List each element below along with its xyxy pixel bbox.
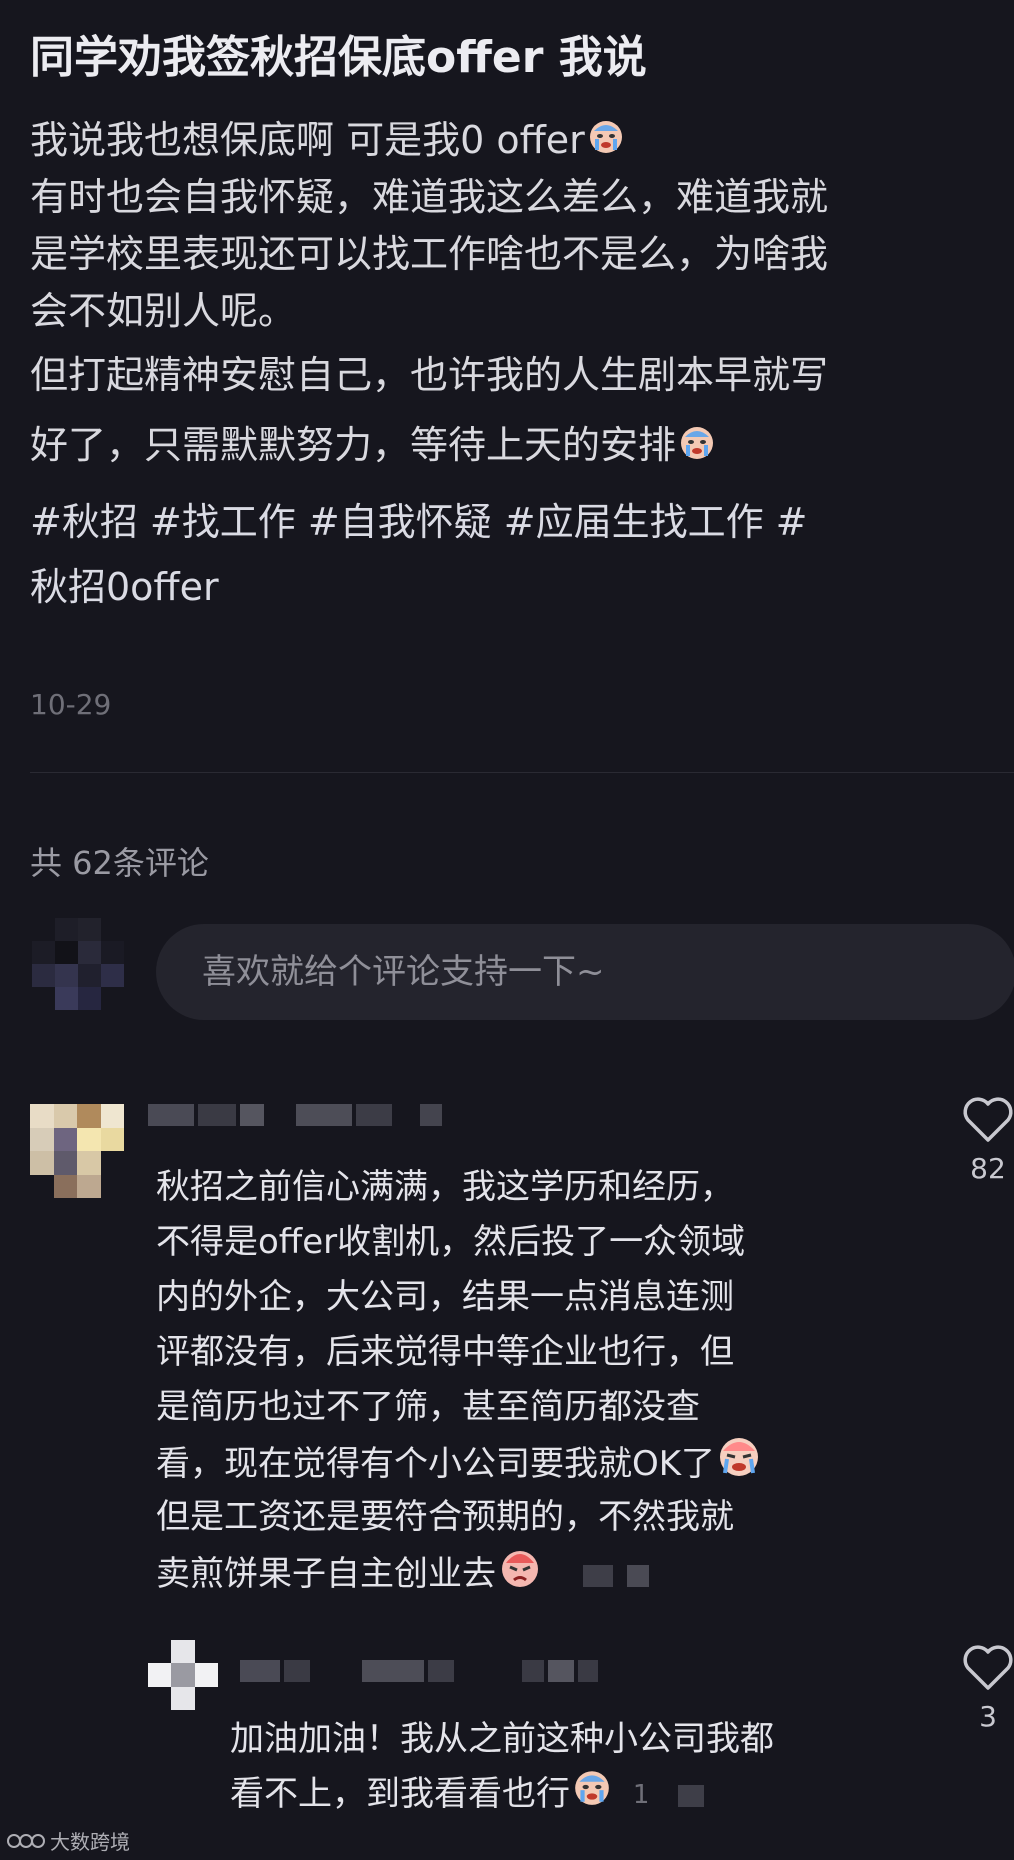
reply-line-text: 看不上，到我看看也行 <box>230 1774 570 1814</box>
hashtag-list: #秋招 #找工作 #自我怀疑 #应届生找工作 # 秋招0offer <box>30 490 1002 620</box>
post-line-text: 但打起精神安慰自己，也许我的人生剧本早就写 <box>30 353 829 397</box>
avatar[interactable] <box>30 1104 124 1198</box>
replier-name-blurred[interactable] <box>240 1660 598 1682</box>
comment-line: 是简历也过不了筛，甚至简历都没查 <box>156 1387 700 1427</box>
post-line-text: 我说我也想保底啊 可是我0 offer <box>30 118 585 162</box>
post-line-text: 会不如别人呢。 <box>30 289 297 333</box>
comment-line: 秋招之前信心满满，我这学历和经历， <box>156 1167 734 1207</box>
comment-line: 内的外企，大公司，结果一点消息连测 <box>156 1277 734 1317</box>
reply-text: 加油加油！我从之前这种小公司我都 看不上，到我看看也行 1 <box>230 1712 774 1822</box>
comment-text: 秋招之前信心满满，我这学历和经历， 不得是offer收割机，然后投了一众领域 内… <box>156 1160 761 1600</box>
post-line: 会不如别人呢。 <box>30 283 1002 340</box>
comment-input[interactable] <box>200 951 1014 993</box>
avatar[interactable] <box>148 1640 218 1710</box>
hashtag-links[interactable]: #秋招 #找工作 #自我怀疑 #应届生找工作 # <box>30 500 808 544</box>
crying-face-emoji-icon <box>587 114 625 171</box>
post-date: 10-29 <box>30 688 112 721</box>
watermark-text: 大数跨境 <box>50 1830 130 1854</box>
like-count: 3 <box>979 1700 997 1733</box>
reply-count[interactable]: 1 <box>633 1780 650 1810</box>
post-line: 好了，只需默默努力，等待上天的安排 <box>30 410 1002 480</box>
watermark-logo-icon <box>7 1833 45 1848</box>
commenter-name-blurred[interactable] <box>148 1104 442 1126</box>
comment-meta-blurred <box>582 1564 613 1587</box>
post-line: 但打起精神安慰自己，也许我的人生剧本早就写 <box>30 340 1002 410</box>
comment-meta-blurred <box>678 1784 705 1807</box>
comment-input-box[interactable] <box>156 924 1014 1020</box>
pouting-face-emoji-icon <box>498 1545 542 1606</box>
post-body: 我说我也想保底啊 可是我0 offer 有时也会自我怀疑，难道我这么差么，难道我… <box>30 112 1002 620</box>
like-button[interactable]: 82 <box>958 1096 1014 1185</box>
like-count: 82 <box>970 1152 1006 1185</box>
post-line: 是学校里表现还可以找工作啥也不是么，为啥我 <box>30 226 1002 283</box>
avatar <box>32 918 124 1010</box>
comment-line: 卖煎饼果子自主创业去 <box>156 1545 761 1600</box>
crying-face-emoji-icon <box>572 1767 612 1824</box>
reply-line: 看不上，到我看看也行 1 <box>230 1767 774 1822</box>
post-line: 我说我也想保底啊 可是我0 offer <box>30 112 1002 169</box>
comment-line: 但是工资还是要符合预期的，不然我就 <box>156 1497 734 1537</box>
post-title: 同学劝我签秋招保底offer 我说 <box>30 32 647 83</box>
post-line-text: 是学校里表现还可以找工作啥也不是么，为啥我 <box>30 232 829 276</box>
heart-icon <box>963 1097 1013 1142</box>
comment-line: 评都没有，后来觉得中等企业也行，但 <box>156 1332 734 1372</box>
crying-face-emoji-icon <box>717 1435 761 1496</box>
crying-face-emoji-icon <box>678 413 716 483</box>
post-line-text: 有时也会自我怀疑，难道我这么差么，难道我就 <box>30 175 829 219</box>
comment-meta-blurred <box>626 1564 649 1587</box>
like-button[interactable]: 3 <box>958 1644 1014 1733</box>
heart-icon <box>963 1645 1013 1690</box>
comment-line-text: 卖煎饼果子自主创业去 <box>156 1554 496 1594</box>
comment-line: 不得是offer收割机，然后投了一众领域 <box>156 1222 746 1262</box>
comment-line-text: 看，现在觉得有个小公司要我就OK了 <box>156 1444 716 1484</box>
comment-meta-blurred <box>660 1784 679 1807</box>
comment-line: 看，现在觉得有个小公司要我就OK了 <box>156 1435 761 1490</box>
post-line-text: 好了，只需默默努力，等待上天的安排 <box>30 423 677 467</box>
hashtag-link[interactable]: 秋招0offer <box>30 565 219 609</box>
comment-count: 共 62条评论 <box>30 844 209 882</box>
divider <box>30 772 1014 773</box>
watermark: 大数跨境 <box>6 1826 130 1855</box>
comment-meta-blurred <box>612 1564 627 1587</box>
reply-line: 加油加油！我从之前这种小公司我都 <box>230 1719 774 1759</box>
comment-meta-blurred <box>568 1564 583 1587</box>
post-line: 有时也会自我怀疑，难道我这么差么，难道我就 <box>30 169 1002 226</box>
